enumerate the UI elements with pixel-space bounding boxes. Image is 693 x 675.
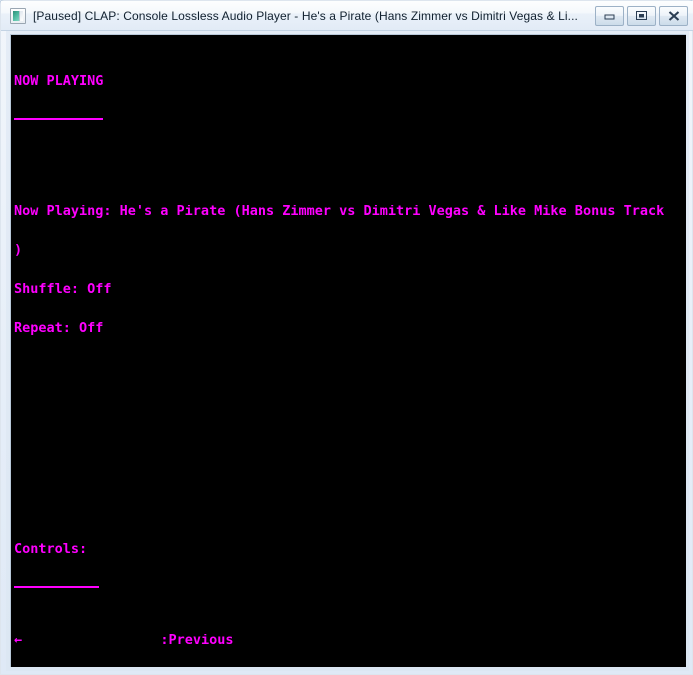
- control-desc-previous: :Previous: [160, 634, 234, 647]
- close-icon: [668, 10, 679, 21]
- maximize-icon: [636, 11, 647, 20]
- minimize-button[interactable]: [595, 5, 624, 26]
- control-key-previous: ←: [14, 634, 23, 647]
- controls-header-rule: [14, 582, 686, 595]
- console-surface[interactable]: NOW PLAYING Now Playing: He's a Pirate (…: [10, 34, 686, 667]
- control-pad: [22, 634, 160, 647]
- console-app-icon: [10, 7, 26, 24]
- now-playing-track: Now Playing: He's a Pirate (Hans Zimmer …: [14, 205, 665, 218]
- title-bar[interactable]: [Paused] CLAP: Console Lossless Audio Pl…: [1, 1, 693, 31]
- minimize-icon: [604, 14, 615, 20]
- controls-header: Controls:: [14, 543, 88, 556]
- now-playing-track-wrap: ): [14, 244, 23, 257]
- maximize-button[interactable]: [627, 5, 656, 26]
- close-button[interactable]: [659, 5, 688, 26]
- now-playing-header: NOW PLAYING: [14, 75, 104, 88]
- shuffle-status: Shuffle: Off: [14, 283, 112, 296]
- now-playing-header-rule: [14, 114, 686, 127]
- console-client-area: NOW PLAYING Now Playing: He's a Pirate (…: [6, 31, 689, 671]
- window-title: [Paused] CLAP: Console Lossless Audio Pl…: [33, 8, 578, 23]
- console-output: NOW PLAYING Now Playing: He's a Pirate (…: [14, 36, 686, 667]
- repeat-status: Repeat: Off: [14, 322, 104, 335]
- application-window: [Paused] CLAP: Console Lossless Audio Pl…: [0, 0, 693, 675]
- window-button-group: [595, 5, 688, 26]
- control-row-previous: ← :Previous: [14, 634, 686, 647]
